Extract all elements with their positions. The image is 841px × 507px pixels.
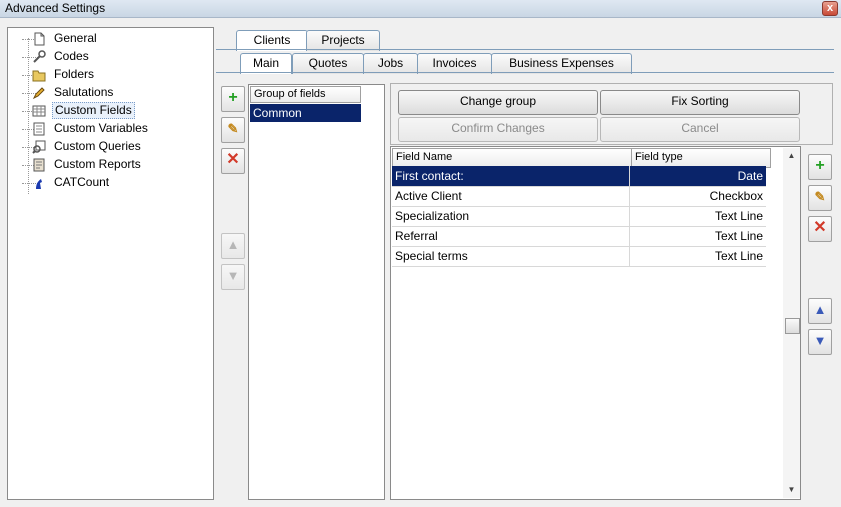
list-item[interactable]: Common <box>250 104 361 122</box>
tree-item-label: Custom Variables <box>54 121 148 135</box>
tab-clients[interactable]: Clients <box>236 30 308 51</box>
plus-icon: + <box>228 89 238 106</box>
report-icon <box>33 158 45 172</box>
add-field-button[interactable]: + <box>808 154 832 180</box>
move-field-up-button[interactable]: ▲ <box>808 298 832 324</box>
subtab-strip-line <box>216 72 834 73</box>
tree-item-custom-queries[interactable]: Custom Queries <box>8 138 208 156</box>
move-field-down-button[interactable]: ▼ <box>808 329 832 355</box>
field-name-cell: Special terms <box>392 246 630 266</box>
tree-item-custom-variables[interactable]: Custom Variables <box>8 120 208 138</box>
scroll-up-arrow[interactable]: ▲ <box>783 148 800 164</box>
cat-icon <box>36 179 42 189</box>
title-bar <box>0 0 841 18</box>
tree-item-label: General <box>54 31 97 45</box>
tree-item-label: Codes <box>54 49 89 63</box>
fields-grid[interactable]: Field Name Field type First contact: Dat… <box>390 146 801 500</box>
edit-field-button[interactable]: ✎ <box>808 185 832 211</box>
pencil-icon <box>32 87 45 100</box>
move-group-up-button[interactable]: ▲ <box>221 233 245 259</box>
tree-item-custom-reports[interactable]: Custom Reports <box>8 156 208 174</box>
move-group-down-button[interactable]: ▼ <box>221 264 245 290</box>
table-row[interactable]: First contact: Date <box>392 166 766 187</box>
arrow-down-icon: ▼ <box>813 333 827 348</box>
column-header-field-type[interactable]: Field type <box>631 148 771 168</box>
field-actions-panel: Change group Fix Sorting Confirm Changes… <box>390 83 833 145</box>
window-title: Advanced Settings <box>5 1 106 15</box>
cancel-button[interactable]: Cancel <box>600 117 800 142</box>
vertical-scrollbar[interactable]: ▲ ▼ <box>783 148 800 498</box>
arrow-up-icon: ▲ <box>226 237 240 252</box>
group-list-header[interactable]: Group of fields <box>250 86 361 103</box>
column-header-field-name[interactable]: Field Name <box>392 148 636 168</box>
field-type-cell: Date <box>737 169 763 183</box>
folder-icon <box>32 70 46 82</box>
group-list[interactable]: Group of fields Common <box>248 84 385 500</box>
field-name-cell: Specialization <box>392 206 630 226</box>
scroll-thumb[interactable] <box>785 318 800 334</box>
tree-item-label: Custom Fields <box>52 102 135 119</box>
list-icon <box>33 122 45 136</box>
tree-item-label: Custom Queries <box>54 139 141 153</box>
edit-icon: ✎ <box>814 189 826 204</box>
tree-item-custom-fields[interactable]: Custom Fields <box>8 102 208 120</box>
tree-item-codes[interactable]: Codes <box>8 48 208 66</box>
table-row[interactable]: Specialization Text Line <box>392 206 766 227</box>
field-type-cell: Text Line <box>714 229 763 243</box>
delete-field-button[interactable]: ✕ <box>808 216 832 242</box>
tree-item-folders[interactable]: Folders <box>8 66 208 84</box>
settings-tree: General Codes Folders Salutations Custom… <box>7 27 214 500</box>
tab-business-expenses[interactable]: Business Expenses <box>491 53 632 74</box>
tab-strip-line <box>216 49 834 50</box>
field-name-cell: Active Client <box>392 186 630 206</box>
tree-item-label: Salutations <box>54 85 114 99</box>
tree-item-label: Custom Reports <box>54 157 141 171</box>
plus-icon: + <box>815 157 825 174</box>
delete-group-button[interactable]: ✕ <box>221 148 245 174</box>
tree-item-general[interactable]: General <box>8 30 208 48</box>
wrench-icon <box>33 50 46 63</box>
scroll-down-arrow[interactable]: ▼ <box>783 482 800 498</box>
edit-icon: ✎ <box>227 121 239 136</box>
table-row[interactable]: Referral Text Line <box>392 226 766 247</box>
table-row[interactable]: Active Client Checkbox <box>392 186 766 207</box>
table-row[interactable]: Special terms Text Line <box>392 246 766 267</box>
page-icon <box>34 32 45 46</box>
grid-icon <box>32 105 46 117</box>
tab-quotes[interactable]: Quotes <box>292 53 364 74</box>
arrow-down-icon: ▼ <box>226 268 240 283</box>
field-name-cell: Referral <box>392 226 630 246</box>
field-name-cell: First contact: <box>392 166 630 186</box>
add-group-button[interactable]: + <box>221 86 245 112</box>
tab-projects[interactable]: Projects <box>306 30 380 51</box>
tree-item-catcount[interactable]: CATCount <box>8 174 208 192</box>
tree-item-label: Folders <box>54 67 95 81</box>
tab-invoices[interactable]: Invoices <box>417 53 492 74</box>
query-icon <box>32 140 46 154</box>
change-group-button[interactable]: Change group <box>398 90 598 115</box>
field-type-cell: Text Line <box>714 249 763 263</box>
tab-main[interactable]: Main <box>240 53 292 74</box>
confirm-changes-button[interactable]: Confirm Changes <box>398 117 598 142</box>
tree-item-label: CATCount <box>54 175 110 189</box>
tab-jobs[interactable]: Jobs <box>363 53 418 74</box>
tree-item-salutations[interactable]: Salutations <box>8 84 208 102</box>
arrow-up-icon: ▲ <box>813 302 827 317</box>
field-type-cell: Checkbox <box>709 189 763 203</box>
field-type-cell: Text Line <box>714 209 763 223</box>
fix-sorting-button[interactable]: Fix Sorting <box>600 90 800 115</box>
close-button[interactable]: x <box>822 1 838 16</box>
delete-icon: ✕ <box>813 219 827 236</box>
delete-icon: ✕ <box>226 151 240 168</box>
edit-group-button[interactable]: ✎ <box>221 117 245 143</box>
